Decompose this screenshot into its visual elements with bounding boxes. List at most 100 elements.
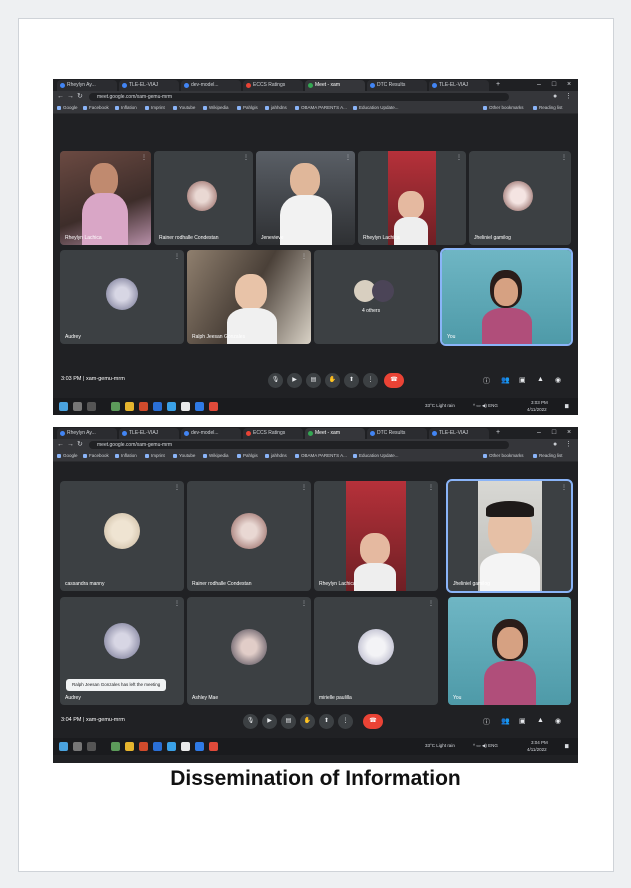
bookmark-item[interactable]: OBAMA PARENTS A... [295, 104, 347, 112]
more-icon[interactable]: ⋮ [174, 484, 180, 491]
bookmark-item[interactable]: Google [57, 104, 78, 112]
new-tab-icon[interactable]: + [493, 427, 503, 439]
mic-icon[interactable]: 🎙 [243, 714, 258, 729]
bookmark-item[interactable]: OBAMA PARENTS A... [295, 452, 347, 460]
more-icon[interactable]: ⋮ [428, 484, 434, 491]
browser-tab[interactable]: Rheylyn Ay... [57, 80, 117, 91]
participant-tile[interactable]: Jenevieve ⋮ [256, 151, 355, 245]
more-options-icon[interactable]: ⋮ [363, 373, 378, 388]
more-icon[interactable]: ⋮ [345, 154, 351, 161]
bookmark-item[interactable]: Other bookmarks [483, 452, 524, 460]
participant-tile[interactable]: Rheylyn Lachica ⋮ [60, 151, 151, 245]
end-call-icon[interactable]: ☎ [384, 373, 404, 388]
maximize-icon[interactable]: □ [548, 79, 560, 91]
bookmark-item[interactable]: Other bookmarks [483, 104, 524, 112]
menu-icon[interactable]: ⋮ [565, 92, 572, 102]
more-icon[interactable]: ⋮ [174, 253, 180, 260]
bookmark-item[interactable]: Education Update... [353, 104, 399, 112]
lock-icon[interactable]: ◉ [555, 376, 561, 384]
more-icon[interactable]: ⋮ [141, 154, 147, 161]
raise-hand-icon[interactable]: ✋ [325, 373, 340, 388]
more-icon[interactable]: ⋮ [174, 600, 180, 607]
browser-tab[interactable]: ECCS Ratings [243, 80, 303, 91]
present-icon[interactable]: ⬆ [344, 373, 359, 388]
participant-tile[interactable]: Rainer rodhalle Condestan ⋮ [154, 151, 253, 245]
browser-tab-active[interactable]: Meet - xam [305, 428, 365, 439]
notifications-icon[interactable]: ▆ [565, 743, 568, 749]
bookmark-item[interactable]: Pahlgis [237, 104, 258, 112]
mic-icon[interactable]: 🎙 [268, 373, 283, 388]
participant-tile[interactable]: cassandra manny ⋮ [60, 481, 184, 591]
edge-icon[interactable] [167, 742, 176, 751]
minimize-icon[interactable]: – [533, 427, 545, 439]
browser-tab[interactable]: DTC Results [367, 80, 427, 91]
notifications-icon[interactable]: ▆ [565, 403, 568, 409]
menu-icon[interactable]: ⋮ [565, 440, 572, 450]
participant-tile[interactable]: Ralph Jeesan Gonzales ⋮ [187, 250, 311, 344]
start-icon[interactable] [59, 742, 68, 751]
more-icon[interactable]: ⋮ [561, 154, 567, 161]
folder-icon[interactable] [125, 742, 134, 751]
participant-tile[interactable]: Audrey ⋮ [60, 250, 184, 344]
participant-tile[interactable]: Rheylyn Lachica ⋮ [358, 151, 466, 245]
app-icon[interactable] [139, 402, 148, 411]
bookmark-item[interactable]: Imprint [145, 104, 165, 112]
participant-tile-self[interactable]: You [440, 248, 573, 346]
captions-icon[interactable]: ▤ [306, 373, 321, 388]
app-icon[interactable] [195, 742, 204, 751]
minimize-icon[interactable]: – [533, 79, 545, 91]
bookmark-item[interactable]: Reading list [533, 452, 563, 460]
bookmark-item[interactable]: Google [57, 452, 78, 460]
close-icon[interactable]: × [563, 79, 575, 91]
present-icon[interactable]: ⬆ [319, 714, 334, 729]
more-icon[interactable]: ⋮ [456, 154, 462, 161]
bookmark-item[interactable]: Facebook [83, 452, 109, 460]
bookmark-item[interactable]: Inflation [115, 104, 137, 112]
lock-icon[interactable]: ◉ [555, 717, 561, 725]
task-view-icon[interactable] [87, 742, 96, 751]
bookmark-item[interactable]: Facebook [83, 104, 109, 112]
url-input[interactable]: meet.google.com/xam-gemu-mrm [89, 93, 509, 101]
folder-icon[interactable] [125, 402, 134, 411]
chat-icon[interactable]: ▣ [519, 717, 526, 725]
browser-tab[interactable]: dev-model... [181, 80, 241, 91]
edge-icon[interactable] [167, 402, 176, 411]
more-options-icon[interactable]: ⋮ [338, 714, 353, 729]
more-icon[interactable]: ⋮ [428, 600, 434, 607]
bookmark-item[interactable]: jahhdns [265, 104, 287, 112]
camera-icon[interactable]: ▶ [287, 373, 302, 388]
more-icon[interactable]: ⋮ [561, 484, 567, 491]
bookmark-item[interactable]: Wikipedia [203, 452, 229, 460]
participant-tile[interactable]: Ralph Jeesan Gonzales has left the meeti… [60, 597, 184, 705]
people-icon[interactable]: 👥 [501, 717, 510, 725]
browser-tab[interactable]: TLE-EL-VIAJ [119, 80, 179, 91]
tray-icons[interactable]: ^ ▭ ◀) ENG [473, 403, 498, 409]
participant-tile-others[interactable]: 4 others [314, 250, 438, 344]
browser-tab[interactable]: TLE-EL-VIAJ [119, 428, 179, 439]
back-icon[interactable]: ← [57, 92, 64, 102]
more-icon[interactable]: ⋮ [301, 484, 307, 491]
participant-tile-active[interactable]: Jheliniel gamilog ⋮ [446, 479, 573, 593]
participant-tile[interactable]: Rheylyn Lachica ⋮ [314, 481, 438, 591]
app-icon[interactable] [111, 402, 120, 411]
browser-tab[interactable]: TLE-EL-VIAJ [429, 428, 489, 439]
participant-tile[interactable]: Ashley Mae ⋮ [187, 597, 311, 705]
app-icon[interactable] [181, 402, 190, 411]
bookmark-item[interactable]: Youtube [173, 104, 195, 112]
app-icon[interactable] [111, 742, 120, 751]
app-icon[interactable] [195, 402, 204, 411]
bookmark-item[interactable]: Youtube [173, 452, 195, 460]
app-icon[interactable] [153, 742, 162, 751]
bookmark-item[interactable]: Reading list [533, 104, 563, 112]
start-icon[interactable] [59, 402, 68, 411]
browser-tab[interactable]: DTC Results [367, 428, 427, 439]
browser-tab-active[interactable]: Meet - xam [305, 80, 365, 91]
bookmark-item[interactable]: Inflation [115, 452, 137, 460]
bookmark-item[interactable]: Education Update... [353, 452, 399, 460]
maximize-icon[interactable]: □ [548, 427, 560, 439]
info-icon[interactable]: ⓘ [483, 717, 490, 727]
end-call-icon[interactable]: ☎ [363, 714, 383, 729]
more-icon[interactable]: ⋮ [301, 253, 307, 260]
url-input[interactable]: meet.google.com/xam-gemu-mrm [89, 441, 509, 449]
forward-icon[interactable]: → [67, 92, 74, 102]
